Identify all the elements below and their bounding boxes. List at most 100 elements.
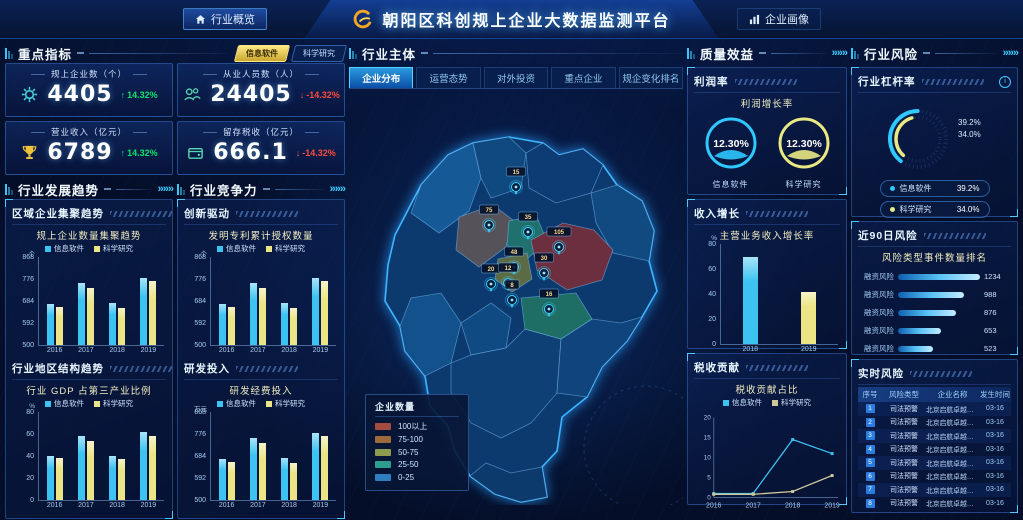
hatch-decoration: [746, 365, 808, 371]
chart-legend: 信息软件科学研究: [184, 243, 338, 254]
hbar: [898, 274, 980, 280]
table-body: 1司法预警北京启航卓越科技有限公司03-162司法预警北京启航卓越科技有限公司0…: [858, 402, 1011, 510]
hatch-decoration: [924, 233, 986, 239]
district-map: 15753510548302012816 企业数量 100以上75-10050-…: [349, 93, 683, 505]
bar-group: 2018: [109, 257, 125, 345]
svg-text:5: 5: [707, 474, 711, 481]
profit-gauge: 12.30%科学研究: [774, 113, 834, 190]
y-tick: 0: [30, 497, 34, 504]
tab-重点企业[interactable]: 重点企业: [551, 67, 615, 88]
row-index-badge: 1: [866, 404, 875, 413]
bar-group: 2019: [312, 412, 328, 500]
svg-text:16: 16: [546, 292, 553, 298]
x-tick: 2018: [109, 347, 125, 354]
more-icon[interactable]: »»»: [330, 183, 345, 195]
kpi-value: 666.1: [213, 140, 288, 165]
row-index-badge: 2: [866, 418, 875, 427]
legend-item: 信息软件: [217, 243, 256, 254]
rnd-expense-chart: 研发经费投入信息软件科学研究万元500592684776868201620172…: [184, 383, 338, 501]
tab-对外投资[interactable]: 对外投资: [484, 67, 548, 88]
leverage-legend-pill: 科学研究34.0%: [880, 201, 990, 218]
industry-subject-title: 行业主体: [362, 44, 416, 63]
kpi-toggle-inactive[interactable]: 科学研究: [291, 45, 347, 62]
map-legend-item: 50-75: [375, 448, 459, 457]
chart-title: 税收贡献占比: [694, 382, 840, 396]
kpi-value: 24405: [210, 82, 292, 107]
y-tick: 80: [708, 241, 716, 248]
nav-right-label: 企业画像: [765, 11, 809, 27]
x-tick: 2016: [219, 347, 235, 354]
tab-运营态势[interactable]: 运营态势: [416, 67, 480, 88]
table-row[interactable]: 6司法预警北京启航卓越科技有限公司03-16: [858, 470, 1011, 484]
bar-group: 2019: [801, 244, 816, 344]
home-icon: [195, 14, 206, 25]
bar: [290, 463, 297, 500]
bar-group: 2017: [250, 257, 266, 345]
risk-bar-row: 融资风险1234: [860, 271, 1009, 282]
trophy-icon: [20, 143, 39, 162]
table-row[interactable]: 2司法预警北京启航卓越科技有限公司03-16: [858, 416, 1011, 430]
table-row[interactable]: 5司法预警北京启航卓越科技有限公司03-16: [858, 456, 1011, 470]
more-icon[interactable]: »»»: [1003, 47, 1018, 59]
bar: [109, 456, 116, 500]
risk-bar-row: 融资风险988: [860, 289, 1009, 300]
arrow-down-icon: ↓: [300, 90, 305, 100]
x-tick: 2019: [313, 502, 329, 509]
hatch-decoration: [922, 79, 984, 85]
y-tick: 592: [194, 320, 206, 327]
bar: [281, 458, 288, 500]
map-legend: 企业数量 100以上75-10050-7525-500-25: [365, 394, 469, 492]
x-tick: 2017: [250, 347, 266, 354]
x-tick: 2018: [281, 347, 297, 354]
kpi-card: 营业收入（亿元）6789↑14.32%: [5, 121, 173, 175]
tax-contribution-box: 税收贡献 税收贡献占比信息软件科学研究051015202016201720182…: [687, 353, 847, 505]
svg-text:15: 15: [513, 170, 520, 176]
nav-enterprise-profile[interactable]: 企业画像: [737, 8, 821, 30]
bar-group: 2019: [140, 412, 156, 500]
bar: [250, 438, 257, 500]
bar: [118, 308, 125, 345]
tab-企业分布[interactable]: 企业分布: [349, 67, 413, 88]
y-tick: 0: [712, 341, 716, 348]
y-tick: 500: [194, 497, 206, 504]
table-row[interactable]: 7司法预警北京启航卓越科技有限公司03-16: [858, 483, 1011, 497]
section-subtitle: 研发投入: [184, 361, 230, 376]
hatch-decoration: [746, 211, 808, 217]
bar: [56, 307, 63, 345]
kpi-panel-title: 重点指标: [18, 44, 72, 63]
svg-text:35: 35: [525, 215, 532, 221]
bar: [149, 281, 156, 345]
more-icon[interactable]: »»»: [158, 183, 173, 195]
table-row[interactable]: 4司法预警北京启航卓越科技有限公司03-16: [858, 443, 1011, 457]
bar: [140, 432, 147, 500]
svg-text:105: 105: [554, 230, 565, 236]
table-column: 序号: [858, 389, 882, 400]
bar-group: 2018: [281, 412, 297, 500]
table-row[interactable]: 3司法预警北京启航卓越科技有限公司03-16: [858, 429, 1011, 443]
legend-item: 科学研究: [772, 397, 811, 408]
bar: [259, 288, 266, 345]
gauge-label: 科学研究: [774, 179, 834, 190]
svg-text:2017: 2017: [746, 502, 761, 509]
kpi-toggle-active[interactable]: 信息软件: [234, 45, 290, 62]
svg-text:0: 0: [707, 494, 711, 501]
svg-text:20: 20: [488, 267, 495, 273]
info-icon[interactable]: i: [999, 76, 1011, 88]
bar-group: 2016: [219, 412, 235, 500]
bar: [290, 308, 297, 345]
table-row[interactable]: 1司法预警北京启航卓越科技有限公司03-16: [858, 402, 1011, 416]
tab-规企变化排名[interactable]: 规企变化排名: [619, 67, 683, 88]
more-icon[interactable]: »»»: [832, 47, 847, 59]
table-row[interactable]: 8司法预警北京启航卓越科技有限公司03-16: [858, 497, 1011, 511]
svg-text:39.2%: 39.2%: [958, 118, 981, 127]
industry-risk-panel: 行业风险 »»» 行业杠杆率i 39.2%34.0% 信息软件39.2%科学研究…: [851, 43, 1018, 505]
map-tab-bar: 企业分布运营态势对外投资重点企业规企变化排名: [349, 67, 683, 89]
platform-logo-icon: [352, 9, 373, 30]
bar: [259, 443, 266, 500]
arrow-up-icon: ↑: [121, 90, 126, 100]
bar-group: 2017: [250, 412, 266, 500]
nav-industry-overview[interactable]: 行业概览: [183, 8, 267, 30]
header-title-band: 朝阳区科创规上企业大数据监测平台: [304, 0, 718, 38]
y-tick: 684: [194, 453, 206, 460]
quality-benefit-panel: 质量效益 »»» 利润率 利润增长率 12.30%信息软件12.30%科学研究 …: [687, 43, 847, 505]
